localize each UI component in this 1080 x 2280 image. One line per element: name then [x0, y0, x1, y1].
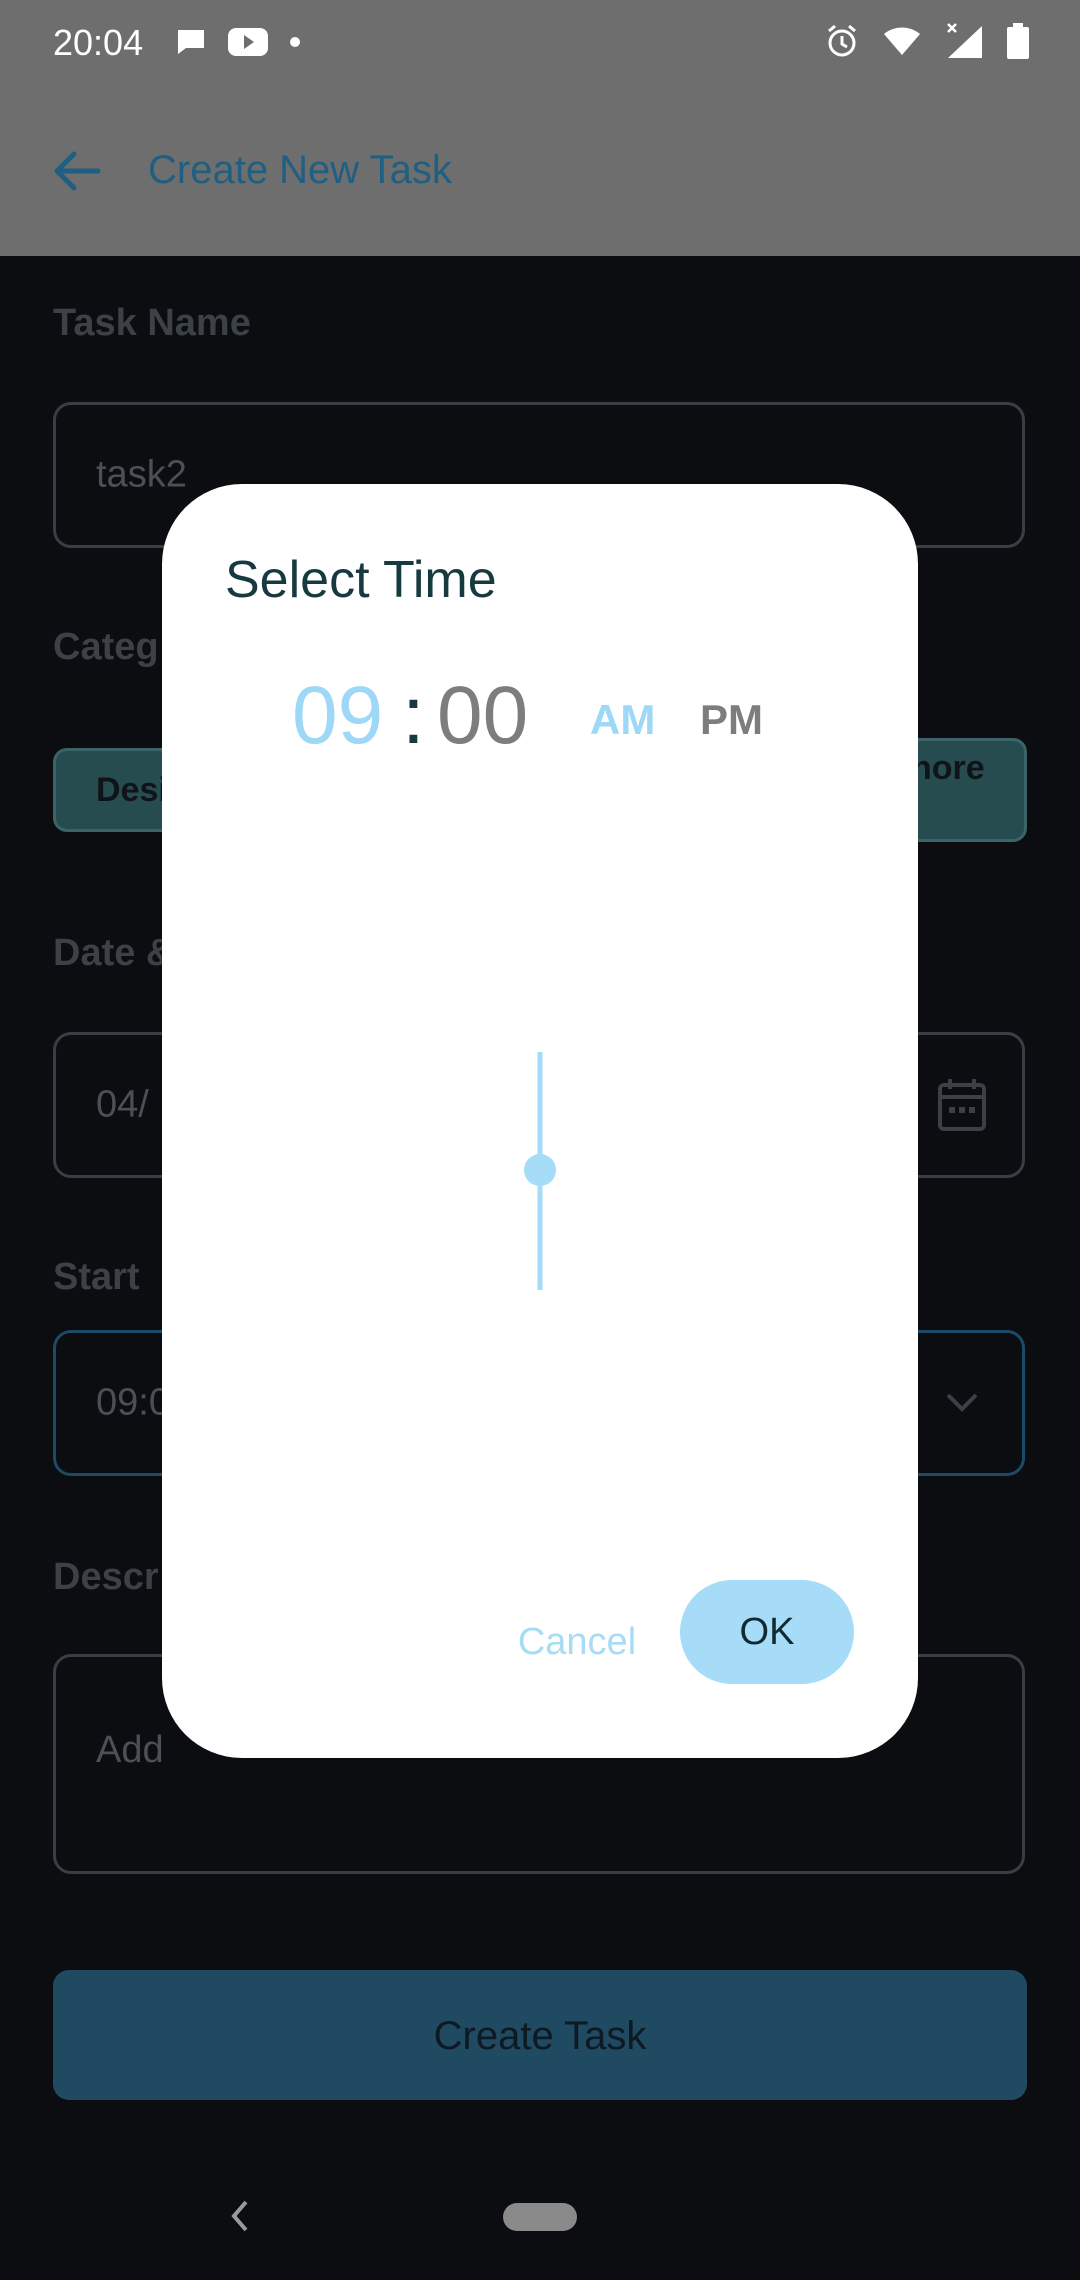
status-icons-right [824, 22, 1030, 60]
date-value: 04/ [96, 1083, 149, 1126]
signal-icon [947, 23, 982, 58]
status-icons-left [174, 26, 302, 58]
start-time-value: 09:0 [96, 1381, 170, 1424]
chevron-down-icon[interactable] [944, 1391, 980, 1415]
description-label: Descr [53, 1556, 159, 1598]
category-chip-design-label: Desi [96, 771, 168, 809]
create-task-button[interactable]: Create Task [53, 1970, 1027, 2100]
page-title: Create New Task [148, 148, 452, 192]
wifi-icon [884, 27, 920, 55]
clock-center-dot [524, 1154, 556, 1186]
nav-back-icon[interactable] [226, 2196, 254, 2236]
nav-home-pill[interactable] [503, 2203, 577, 2231]
category-chip-more[interactable]: nore [900, 738, 1027, 842]
clock-dial[interactable] [162, 484, 918, 1758]
category-chip-more-label: nore [911, 749, 985, 787]
chat-bubble-icon [178, 30, 204, 54]
task-name-label: Task Name [53, 302, 251, 344]
create-task-label: Create Task [433, 2014, 647, 2058]
time-picker-dialog: Select Time 09 : 00 AM PM Cancel OK [162, 484, 918, 1758]
cancel-button[interactable]: Cancel [502, 1612, 652, 1672]
alarm-icon [828, 24, 856, 57]
screen: 20:04 Create New Task Task Name task2 Ca… [0, 0, 1080, 2280]
top-bar: 20:04 Create New Task [0, 0, 1080, 256]
battery-icon [1007, 23, 1029, 59]
dot-icon [290, 37, 300, 47]
youtube-icon [228, 28, 268, 56]
ok-button[interactable]: OK [680, 1580, 854, 1684]
date-label: Date & [53, 932, 174, 974]
category-label: Categ [53, 626, 159, 668]
calendar-icon[interactable] [936, 1077, 988, 1133]
status-time: 20:04 [53, 22, 144, 63]
arrow-left-icon[interactable] [48, 146, 108, 196]
description-placeholder: Add [96, 1729, 164, 1771]
start-time-label: Start [53, 1256, 140, 1298]
